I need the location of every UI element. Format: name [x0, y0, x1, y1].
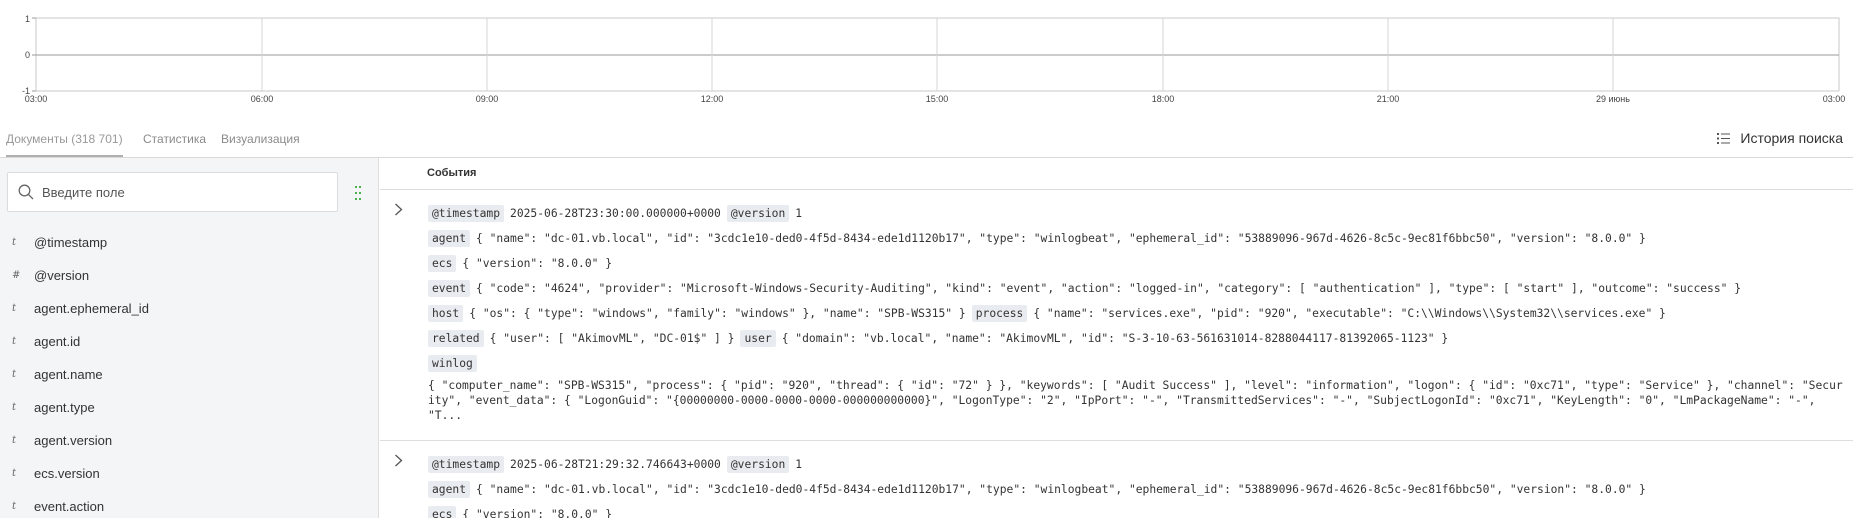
x-tick-label: 09:00 [475, 94, 499, 104]
field-item[interactable]: t @timestamp [0, 226, 379, 259]
field-name: agent.version [34, 433, 113, 448]
field-key[interactable]: ecs [428, 255, 457, 272]
field-name: event.action [34, 499, 105, 514]
field-item[interactable]: t agent.ephemeral_id [0, 292, 379, 325]
field-key[interactable]: @version [726, 205, 790, 222]
x-tick-label: 06:00 [250, 94, 274, 104]
field-name: @timestamp [34, 235, 108, 250]
field-name: agent.type [34, 400, 95, 415]
field-item[interactable]: t agent.type [0, 391, 379, 424]
field-item[interactable]: # @version [0, 259, 379, 292]
field-value: { "version": "8.0.0" } [462, 257, 613, 270]
search-history-button[interactable]: История поиска [1717, 130, 1843, 146]
event-body: @timestamp 2025-06-28T21:29:32.746643+00… [428, 441, 1853, 518]
x-tick-label: 12:00 [700, 94, 724, 104]
events-column-title: События [427, 167, 477, 179]
field-type-icon: t [12, 237, 17, 248]
tab-statistics[interactable]: Статистика [143, 132, 206, 155]
field-name: @version [34, 268, 90, 283]
field-key[interactable]: ecs [428, 506, 457, 518]
x-tick-label: 29 июнь [1596, 94, 1630, 104]
search-icon [18, 184, 34, 200]
field-item[interactable]: t ecs.version [0, 457, 379, 490]
field-item[interactable]: t agent.name [0, 358, 379, 391]
search-history-label: История поиска [1740, 130, 1843, 146]
field-key[interactable]: @version [726, 456, 790, 473]
field-value: 2025-06-28T21:29:32.746643+0000 [510, 458, 721, 471]
field-type-icon: t [12, 402, 17, 413]
histogram-chart [32, 17, 1840, 92]
field-name: agent.id [34, 334, 81, 349]
field-value: 2025-06-28T23:30:00.000000+0000 [510, 207, 721, 220]
field-key[interactable]: agent [428, 230, 471, 247]
field-item[interactable]: t agent.version [0, 424, 379, 457]
field-key[interactable]: host [428, 305, 464, 322]
field-value: { "code": "4624", "provider": "Microsoft… [476, 282, 1742, 295]
field-value: { "name": "services.exe", "pid": "920", … [1033, 307, 1666, 320]
x-tick-label: 15:00 [925, 94, 949, 104]
field-key[interactable]: event [428, 280, 471, 297]
field-value: { "computer_name": "SPB-WS315", "process… [428, 379, 1843, 422]
field-value: { "os": { "type": "windows", "family": "… [469, 307, 966, 320]
field-key[interactable]: user [740, 330, 776, 347]
event-row: @timestamp 2025-06-28T23:30:00.000000+00… [380, 190, 1853, 441]
field-list: t @timestamp # @version t agent.ephemeral_i… [0, 226, 379, 518]
field-type-icon: t [12, 501, 17, 512]
tabs-bar: Документы (318 701) Статистика Визуализа… [0, 126, 1853, 158]
field-type-icon: t [12, 303, 17, 314]
field-search-input[interactable] [42, 184, 312, 200]
histogram: 1 0 -1 03:00 06:00 09:00 12:00 15:00 18:… [0, 0, 1853, 108]
field-item[interactable]: t event.action [0, 490, 379, 518]
events-header: События [380, 158, 1853, 190]
field-type-icon: t [12, 468, 17, 479]
event-row: @timestamp 2025-06-28T21:29:32.746643+00… [380, 441, 1853, 518]
field-type-icon: t [12, 435, 17, 446]
x-tick-label: 03:00 [24, 94, 48, 104]
field-value: { "user": [ "AkimovML", "DC-01$" ] } [489, 332, 735, 345]
field-key[interactable]: process [971, 305, 1028, 322]
field-type-icon: # [12, 270, 21, 281]
events-panel: События @timestamp 2025-06-28T23:30:00.0… [380, 158, 1853, 518]
field-value: { "name": "dc-01.vb.local", "id": "3cdc1… [476, 483, 1646, 496]
grid-dots-icon[interactable] [355, 186, 361, 205]
field-type-icon: t [12, 336, 17, 347]
x-tick-label: 21:00 [1376, 94, 1400, 104]
tab-visualization[interactable]: Визуализация [221, 132, 300, 155]
tab-documents[interactable]: Документы (318 701) [6, 132, 123, 157]
list-icon [1717, 132, 1731, 144]
field-key[interactable]: @timestamp [428, 205, 505, 222]
field-value: { "domain": "vb.local", "name": "AkimovM… [781, 332, 1449, 345]
field-key[interactable]: related [428, 330, 484, 347]
chevron-right-icon[interactable] [394, 203, 403, 221]
y-tick-label: 1 [24, 14, 30, 24]
field-item[interactable]: t agent.id [0, 325, 379, 358]
chevron-right-icon[interactable] [394, 454, 403, 472]
field-type-icon: t [12, 369, 17, 380]
field-value: 1 [795, 207, 803, 220]
field-value: { "version": "8.0.0" } [462, 508, 613, 518]
field-value: { "name": "dc-01.vb.local", "id": "3cdc1… [476, 232, 1646, 245]
fields-sidebar: t @timestamp # @version t agent.ephemeral_i… [0, 158, 379, 518]
field-name: ecs.version [34, 466, 100, 481]
field-value: 1 [795, 458, 803, 471]
field-search-box[interactable] [7, 172, 338, 212]
field-key[interactable]: agent [428, 481, 471, 498]
field-name: agent.ephemeral_id [34, 301, 149, 316]
field-key[interactable]: @timestamp [428, 456, 505, 473]
x-tick-label: 03:00 [1822, 94, 1846, 104]
x-tick-label: 18:00 [1151, 94, 1175, 104]
event-body: @timestamp 2025-06-28T23:30:00.000000+00… [428, 190, 1853, 423]
field-name: agent.name [34, 367, 103, 382]
y-tick-label: 0 [24, 50, 30, 60]
field-key[interactable]: winlog [428, 355, 477, 372]
